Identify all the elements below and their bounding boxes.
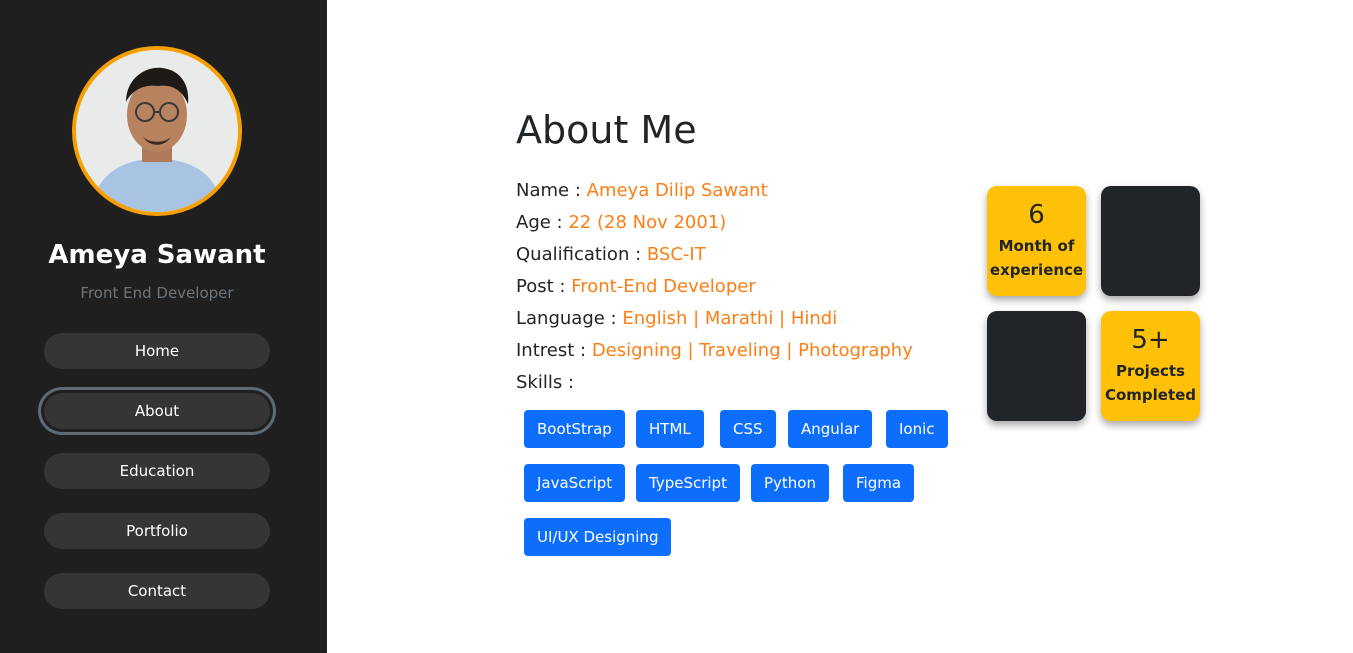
info-key: Age : xyxy=(516,212,563,233)
info-row-interest: Intrest : Designing | Traveling | Photog… xyxy=(516,340,913,361)
stat-tile-experience: 6 Month of experience xyxy=(987,186,1086,296)
stat-tile-projects: 5+ Projects Completed xyxy=(1101,311,1200,421)
info-row-language: Language : English | Marathi | Hindi xyxy=(516,308,837,329)
profile-role: Front End Developer xyxy=(80,284,234,302)
info-row-name: Name : Ameya Dilip Sawant xyxy=(516,180,768,201)
stat-label: Month of experience xyxy=(989,237,1084,279)
info-key: Post : xyxy=(516,276,566,297)
skills-label: Skills : xyxy=(516,372,575,393)
page-title: About Me xyxy=(516,108,697,152)
info-row-age: Age : 22 (28 Nov 2001) xyxy=(516,212,726,233)
skill-badge-typescript[interactable]: TypeScript xyxy=(636,464,740,502)
skill-badge-bootstrap[interactable]: BootStrap xyxy=(524,410,625,448)
info-value: Ameya Dilip Sawant xyxy=(586,180,768,201)
nav-contact-button[interactable]: Contact xyxy=(44,573,270,609)
decor-tile xyxy=(987,311,1086,421)
skill-badge-python[interactable]: Python xyxy=(751,464,829,502)
info-row-qualification: Qualification : BSC-IT xyxy=(516,244,706,265)
stat-value: 6 xyxy=(1028,200,1045,230)
nav-portfolio-button[interactable]: Portfolio xyxy=(44,513,270,549)
decor-tile xyxy=(1101,186,1200,296)
nav-education-button[interactable]: Education xyxy=(44,453,270,489)
info-key: Language : xyxy=(516,308,617,329)
info-value: English | Marathi | Hindi xyxy=(622,308,838,329)
info-row-post: Post : Front-End Developer xyxy=(516,276,756,297)
nav-home-button[interactable]: Home xyxy=(44,333,270,369)
skill-badge-html[interactable]: HTML xyxy=(636,410,704,448)
info-value: 22 (28 Nov 2001) xyxy=(568,212,727,233)
nav-about-button[interactable]: About xyxy=(44,393,270,429)
profile-name: Ameya Sawant xyxy=(48,240,266,270)
skill-badge-css[interactable]: CSS xyxy=(720,410,776,448)
stat-value: 5+ xyxy=(1131,325,1170,355)
info-key: Name : xyxy=(516,180,581,201)
info-value: Front-End Developer xyxy=(571,276,756,297)
stat-label: Projects Completed xyxy=(1104,362,1197,404)
info-key: Intrest : xyxy=(516,340,587,361)
skill-badge-javascript[interactable]: JavaScript xyxy=(524,464,626,502)
skill-badge-figma[interactable]: Figma xyxy=(843,464,915,502)
sidebar: Ameya Sawant Front End Developer Home Ab… xyxy=(0,0,327,653)
info-value: Designing | Traveling | Photography xyxy=(591,340,913,361)
avatar xyxy=(72,46,242,216)
skill-badge-uiux[interactable]: UI/UX Designing xyxy=(524,518,672,556)
info-value: BSC-IT xyxy=(646,244,706,265)
info-key: Qualification : xyxy=(516,244,642,265)
skill-badge-angular[interactable]: Angular xyxy=(788,410,873,448)
skill-badge-ionic[interactable]: Ionic xyxy=(886,410,948,448)
